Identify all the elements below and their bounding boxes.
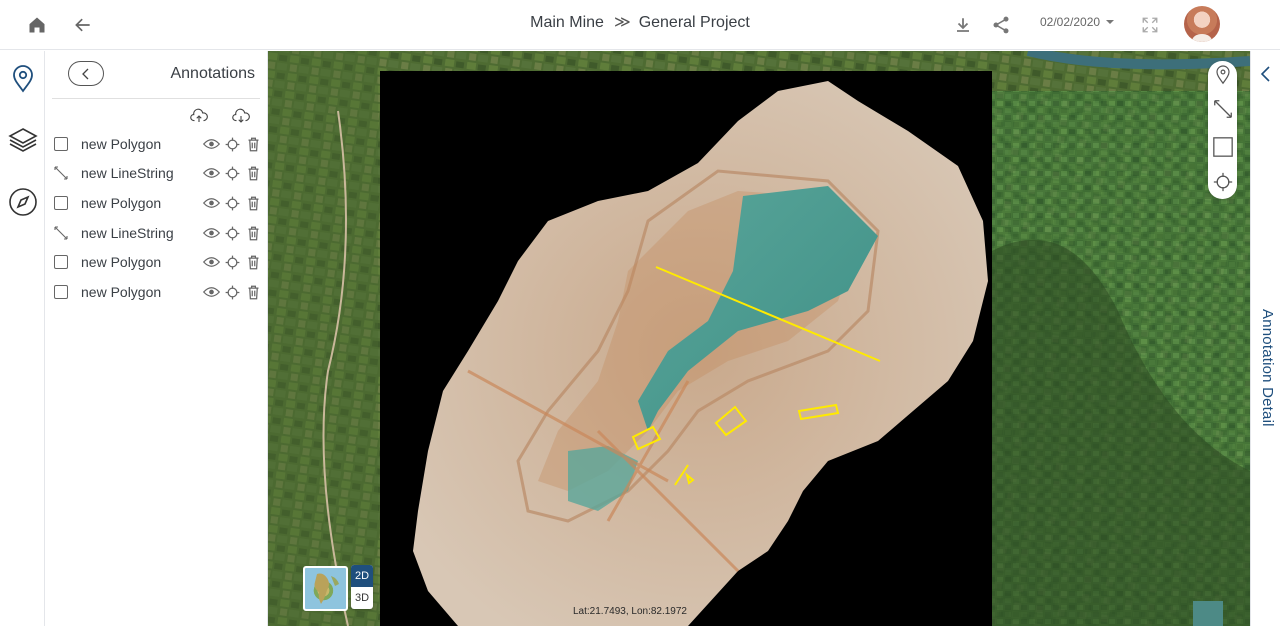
eye-icon[interactable] (202, 194, 220, 212)
trash-icon[interactable] (244, 194, 262, 212)
share-icon[interactable] (986, 10, 1016, 40)
polygon-checkbox[interactable] (54, 137, 68, 151)
eye-icon[interactable] (202, 224, 220, 242)
annotation-detail-toggle[interactable]: Annotation Detail (1258, 309, 1276, 441)
satellite-map[interactable] (268, 51, 1250, 626)
polygon-checkbox[interactable] (54, 255, 68, 269)
left-nav-rail (0, 51, 45, 626)
chevron-down-icon (1106, 20, 1115, 24)
home-icon[interactable] (22, 10, 52, 40)
globe-thumbnail-icon (314, 573, 339, 604)
date-value: 02/02/2020 (1040, 15, 1101, 29)
basemap-switcher[interactable] (303, 566, 348, 611)
annotation-label: new Polygon (81, 136, 162, 152)
view-2d-button[interactable]: 2D (351, 565, 373, 587)
annotation-label: new LineString (81, 225, 174, 241)
chevron-left-icon (82, 68, 89, 79)
avatar[interactable] (1184, 6, 1220, 42)
top-bar: Main Mine ≫ General Project 02/02/2020 (0, 0, 1280, 50)
annotation-row[interactable]: new Polygon (52, 192, 262, 214)
layers-icon[interactable] (7, 124, 39, 156)
linestring-icon (54, 166, 68, 180)
compass-icon[interactable] (7, 186, 39, 218)
trash-icon[interactable] (244, 283, 262, 301)
annotation-label: new Polygon (81, 195, 162, 211)
eye-icon[interactable] (202, 283, 220, 301)
annotations-panel: Annotations new Polygon new LineString new… (46, 51, 268, 626)
breadcrumb-project[interactable]: Main Mine (530, 14, 604, 31)
view-dimension-toggle: 2D 3D (351, 565, 373, 609)
eye-icon[interactable] (202, 135, 220, 153)
annotation-detail-rail: Annotation Detail (1250, 51, 1280, 626)
annotation-label: new Polygon (81, 254, 162, 270)
draw-polygon-icon[interactable] (1210, 133, 1235, 161)
breadcrumb-separator: ≫ (613, 14, 631, 31)
polygon-checkbox[interactable] (54, 196, 68, 210)
cloud-download-icon[interactable] (232, 107, 250, 125)
divider (52, 98, 260, 99)
cloud-upload-icon[interactable] (190, 107, 208, 125)
back-arrow-icon[interactable] (68, 10, 98, 40)
locate-crosshair-icon[interactable] (223, 224, 241, 242)
chevron-left-icon[interactable] (1258, 65, 1274, 83)
trash-icon[interactable] (244, 253, 262, 271)
panel-collapse-button[interactable] (68, 61, 104, 86)
locate-crosshair-icon[interactable] (223, 164, 241, 182)
panel-title: Annotations (170, 65, 255, 82)
map-draw-toolbar (1208, 61, 1237, 199)
draw-point-icon[interactable] (1210, 61, 1235, 89)
annotation-row[interactable]: new LineString (52, 162, 262, 184)
annotation-row[interactable]: new Polygon (52, 281, 262, 303)
trash-icon[interactable] (244, 164, 262, 182)
map-viewport[interactable] (268, 51, 1250, 626)
annotation-row[interactable]: new Polygon (52, 251, 262, 273)
map-pin-icon[interactable] (7, 63, 39, 95)
locate-crosshair-icon[interactable] (223, 194, 241, 212)
farmland-west (268, 51, 378, 626)
linestring-icon (54, 226, 68, 240)
annotation-label: new Polygon (81, 284, 162, 300)
polygon-checkbox[interactable] (54, 285, 68, 299)
pond (1193, 601, 1223, 626)
eye-icon[interactable] (202, 164, 220, 182)
trash-icon[interactable] (244, 224, 262, 242)
locate-crosshair-icon[interactable] (223, 135, 241, 153)
annotation-row[interactable]: new LineString (52, 222, 262, 244)
locate-crosshair-icon[interactable] (223, 253, 241, 271)
crosshair-icon[interactable] (1210, 168, 1235, 196)
cursor-coordinates: Lat:21.7493, Lon:82.1972 (573, 606, 687, 617)
fullscreen-icon[interactable] (1135, 10, 1165, 40)
eye-icon[interactable] (202, 253, 220, 271)
download-icon[interactable] (948, 10, 978, 40)
annotation-label: new LineString (81, 165, 174, 181)
draw-line-icon[interactable] (1210, 95, 1235, 123)
annotation-row[interactable]: new Polygon (52, 133, 262, 155)
trash-icon[interactable] (244, 135, 262, 153)
date-select[interactable]: 02/02/2020 (1040, 15, 1115, 29)
view-3d-button[interactable]: 3D (351, 587, 373, 609)
breadcrumb-subproject[interactable]: General Project (639, 14, 750, 31)
locate-crosshair-icon[interactable] (223, 283, 241, 301)
